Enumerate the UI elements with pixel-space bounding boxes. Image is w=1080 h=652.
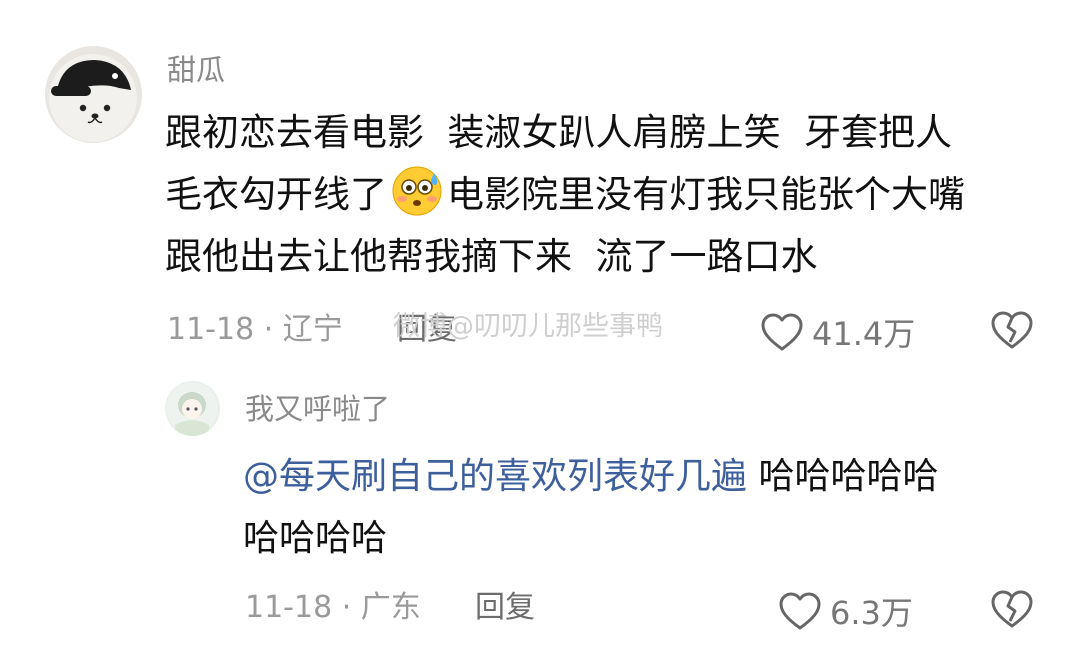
avatar[interactable] [45,46,142,143]
reply-date-location: 11-18 · 广东 [245,590,421,625]
comment-line-2-b: 电影院里没有灯我只能张个大嘴 [447,173,965,216]
comment-line-2: 毛衣勾开线了 电影院里没有灯我只能张个大嘴 [165,164,1065,226]
broken-heart-icon[interactable] [990,589,1034,629]
broken-heart-icon[interactable] [990,310,1034,350]
reply-line-2: 哈哈哈哈 [243,518,388,559]
comment-text: 跟初恋去看电影 装淑女趴人肩膀上笑 牙套把人 毛衣勾开线了 电影院里没有灯我只能… [165,102,1065,288]
comment-line-2-a: 毛衣勾开线了 [165,173,387,216]
reply-reply-button[interactable]: 回复 [475,593,535,623]
comment-line-1: 跟初恋去看电影 装淑女趴人肩膀上笑 牙套把人 [165,111,953,154]
mention-link[interactable]: @每天刷自己的喜欢列表好几遍 [243,456,747,497]
reply-line-1-text: 哈哈哈哈哈 [747,456,939,497]
watermark: 微博@叨叨儿那些事鸭 [393,311,663,342]
reply-text: @每天刷自己的喜欢列表好几遍 哈哈哈哈哈 哈哈哈哈 [243,446,1043,570]
anime-girl-avatar-icon [166,382,218,436]
reply-avatar[interactable] [165,381,220,436]
reply-line-1: @每天刷自己的喜欢列表好几遍 哈哈哈哈哈 [243,446,1043,508]
comment-line-3: 跟他出去让他帮我摘下来 流了一路口水 [165,235,818,278]
reply-username[interactable]: 我又呼啦了 [245,395,390,424]
heart-icon [761,313,803,351]
flushed-face-emoji-icon [392,166,442,216]
bear-avatar-icon [49,54,137,142]
reply-like-count: 6.3万 [830,594,913,632]
heart-icon [779,592,821,630]
comment-date-location: 11-18 · 辽宁 [167,312,343,347]
comment-username[interactable]: 甜瓜 [167,56,225,85]
comment-like-count: 41.4万 [812,315,916,353]
reply-like-button[interactable]: 6.3万 [778,588,913,634]
comment-like-button[interactable]: 41.4万 [760,309,915,355]
